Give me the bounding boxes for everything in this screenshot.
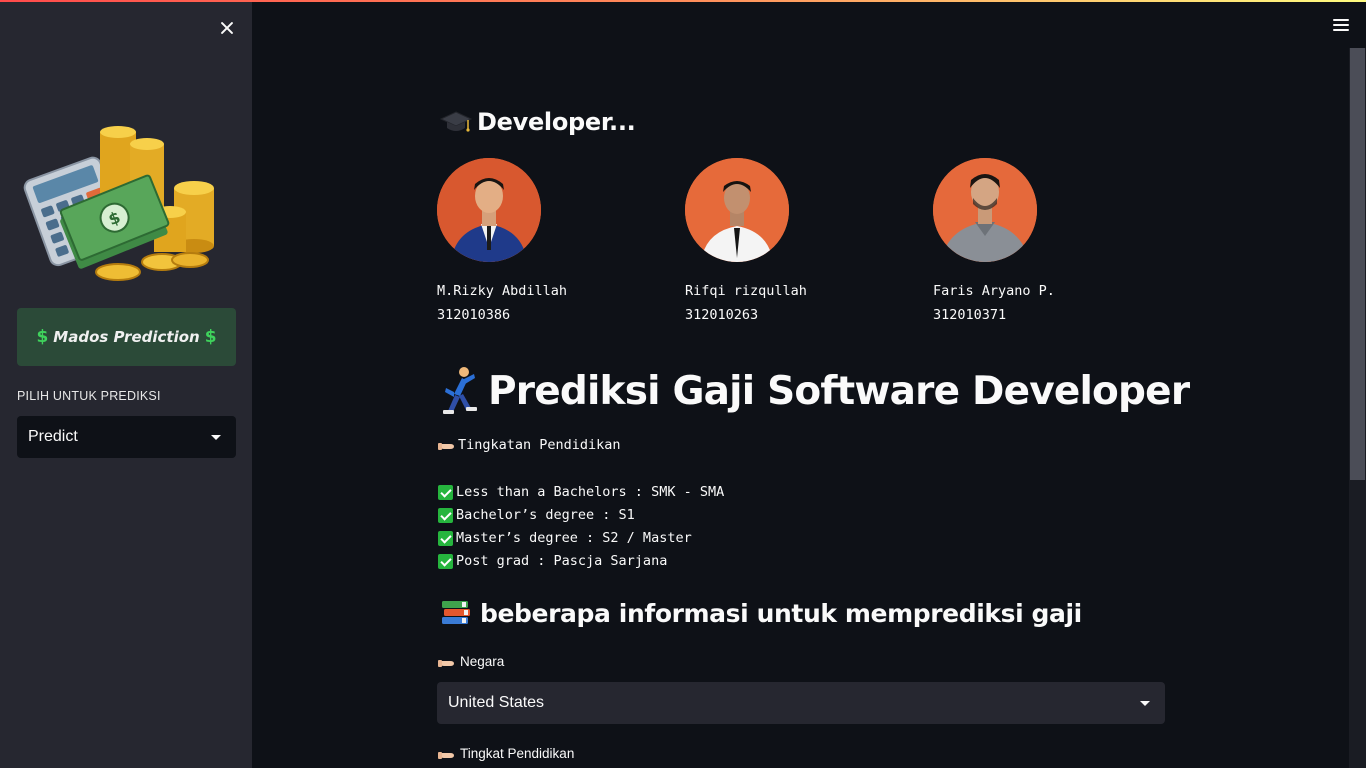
chevron-down-icon [211, 435, 221, 440]
education-level-label: Tingkat Pendidikan [438, 746, 574, 761]
education-header-text: Tingkatan Pendidikan [458, 437, 621, 453]
pointing-hand-icon [438, 659, 454, 667]
developer-name: M.Rizky Abdillah [437, 283, 568, 299]
close-sidebar-icon[interactable] [217, 18, 237, 38]
hamburger-menu-icon[interactable] [1333, 19, 1349, 32]
mados-prediction-banner: $ Mados Prediction $ [17, 308, 236, 366]
info-heading: beberapa informasi untuk memprediksi gaj… [440, 598, 1082, 628]
developers-heading-text: Developer... [477, 108, 636, 136]
page-title: Prediksi Gaji Software Developer [440, 366, 1190, 416]
books-icon [442, 601, 470, 624]
prediction-select-value: Predict [28, 428, 78, 445]
check-icon [438, 530, 453, 546]
education-level-label-text: Tingkat Pendidikan [460, 746, 575, 761]
developer-avatar [685, 158, 789, 262]
scroll-thumb[interactable] [1350, 48, 1365, 480]
developer-avatar [933, 158, 1037, 262]
prediction-select[interactable]: Predict [17, 416, 236, 458]
developers-heading: Developer... [440, 108, 636, 136]
country-select-value: United States [448, 694, 545, 711]
banner-title: Mados Prediction [53, 328, 200, 346]
developer-id: 312010263 [685, 307, 759, 323]
check-icon [438, 507, 453, 523]
pointing-hand-icon [438, 751, 454, 759]
dollar-icon: $ [36, 327, 49, 347]
list-item: Bachelor’s degree : S1 [438, 507, 635, 523]
country-label: Negara [438, 654, 504, 669]
pointing-hand-icon [438, 443, 454, 450]
list-item-text: Less than a Bachelors : SMK - SMA [456, 484, 725, 500]
developer-name: Faris Aryano P. [933, 283, 1055, 299]
dollar-icon: $ [204, 327, 217, 347]
list-item: Less than a Bachelors : SMK - SMA [438, 484, 724, 500]
developer-id: 312010371 [933, 307, 1007, 323]
list-item: Post grad : Pascja Sarjana [438, 553, 667, 569]
developer-name: Rifqi rizqullah [685, 283, 807, 299]
main-scrollbar[interactable] [1349, 48, 1366, 768]
money-illustration: $ [23, 126, 214, 281]
country-label-text: Negara [460, 654, 505, 669]
check-icon [438, 484, 453, 500]
list-item-text: Post grad : Pascja Sarjana [456, 553, 668, 569]
sidebar: $ $ Mados Prediction $ PILIH UNTUK PREDI… [0, 2, 252, 768]
education-header: Tingkatan Pendidikan [438, 437, 621, 453]
developer-id: 312010386 [437, 307, 511, 323]
country-select[interactable]: United States [437, 682, 1165, 724]
info-heading-text: beberapa informasi untuk memprediksi gaj… [480, 598, 1082, 628]
page-title-text: Prediksi Gaji Software Developer [488, 368, 1190, 414]
graduation-cap-icon [440, 111, 472, 132]
list-item-text: Master’s degree : S2 / Master [456, 530, 692, 546]
running-person-icon [443, 367, 477, 414]
list-item: Master’s degree : S2 / Master [438, 530, 692, 546]
check-icon [438, 553, 453, 569]
developer-avatar [437, 158, 541, 262]
list-item-text: Bachelor’s degree : S1 [456, 507, 635, 523]
chevron-down-icon [1140, 701, 1150, 706]
select-label: PILIH UNTUK PREDIKSI [17, 389, 161, 403]
